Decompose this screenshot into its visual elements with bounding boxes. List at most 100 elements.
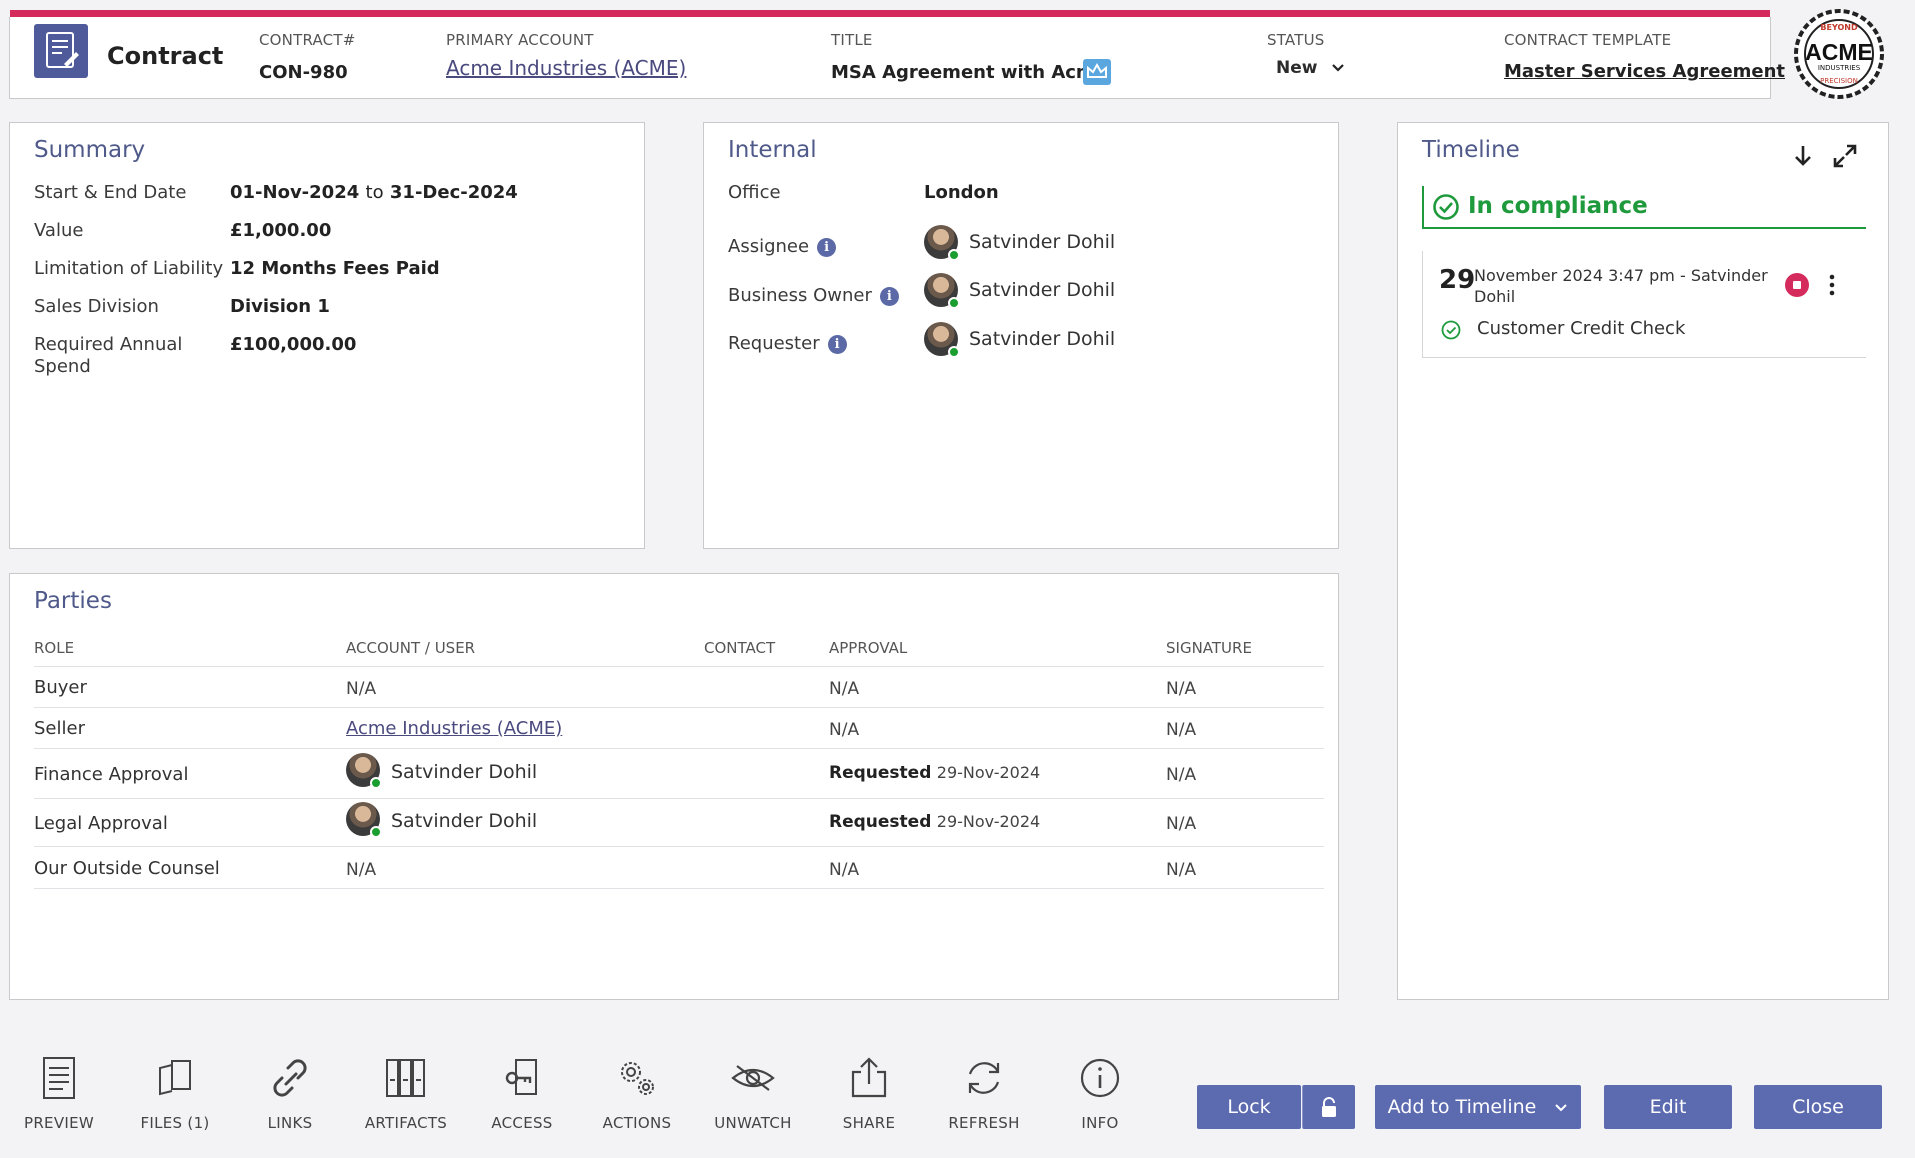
online-status-dot <box>948 297 960 309</box>
office-value: London <box>924 182 999 203</box>
summary-value-division: Division 1 <box>230 296 330 317</box>
toolbar-label: ACCESS <box>491 1114 553 1132</box>
arrow-down-icon[interactable] <box>1792 143 1814 169</box>
party-account-user[interactable]: Satvinder Dohil <box>391 810 537 832</box>
party-account-user[interactable]: Satvinder Dohil <box>391 761 537 783</box>
toolbar-actions[interactable]: ACTIONS <box>592 1054 682 1132</box>
summary-value-value: £1,000.00 <box>230 220 332 241</box>
party-signature: N/A <box>1166 720 1197 740</box>
contract-entity-icon <box>34 24 88 78</box>
timeline-entry: 29 November 2024 3:47 pm - Satvinder Doh… <box>1422 251 1866 358</box>
contract-template-link[interactable]: Master Services Agreement <box>1504 61 1785 82</box>
timeline-title: Timeline <box>1422 137 1520 163</box>
timeline-entry-item: Customer Credit Check <box>1477 318 1686 339</box>
summary-label-liability: Limitation of Liability <box>34 258 224 279</box>
online-status-dot <box>948 346 960 358</box>
lock-button[interactable]: Lock <box>1197 1085 1301 1129</box>
check-circle-icon <box>1433 194 1459 220</box>
eye-slash-icon <box>731 1065 775 1091</box>
edit-button-label: Edit <box>1649 1096 1687 1118</box>
info-icon <box>1080 1058 1120 1098</box>
party-role: Seller <box>34 718 85 739</box>
summary-title: Summary <box>34 137 146 163</box>
summary-label-value: Value <box>34 220 84 241</box>
online-status-dot <box>370 777 382 789</box>
party-approval: N/A <box>829 679 860 699</box>
primary-account-link[interactable]: Acme Industries (ACME) <box>446 56 686 80</box>
summary-label-dates: Start & End Date <box>34 182 187 203</box>
row-divider <box>34 888 1324 889</box>
status-dropdown[interactable]: New <box>1276 57 1345 78</box>
header-accent-bar <box>10 10 1770 17</box>
status-label: STATUS <box>1267 31 1325 49</box>
status-value: New <box>1276 58 1318 78</box>
timeline-entry-meta-line1: November 2024 3:47 pm - Satvinder <box>1474 266 1768 285</box>
internal-title: Internal <box>728 137 817 163</box>
party-role: Legal Approval <box>34 813 168 834</box>
gears-icon <box>621 1062 654 1095</box>
key-icon <box>505 1059 537 1095</box>
column-header-contact: CONTACT <box>704 639 776 657</box>
link-icon <box>273 1059 307 1097</box>
toolbar-share[interactable]: SHARE <box>824 1054 914 1132</box>
toolbar-refresh[interactable]: REFRESH <box>939 1054 1029 1132</box>
toolbar-files[interactable]: FILES (1) <box>130 1054 220 1132</box>
primary-account-label: PRIMARY ACCOUNT <box>446 31 594 49</box>
logo-text: ACME <box>1805 39 1873 65</box>
toolbar-access[interactable]: ACCESS <box>477 1054 567 1132</box>
requester-label: Requester i <box>728 333 847 354</box>
logo-arc-top: BEYOND <box>1820 23 1858 32</box>
row-divider <box>34 748 1324 749</box>
check-circle-icon <box>1441 320 1461 340</box>
assignee-label: Assignee i <box>728 236 837 257</box>
requester-name[interactable]: Satvinder Dohil <box>969 328 1115 350</box>
party-signature: N/A <box>1166 860 1197 880</box>
toolbar-label: REFRESH <box>948 1114 1020 1132</box>
avatar <box>346 753 382 789</box>
toolbar-unwatch[interactable]: UNWATCH <box>708 1054 798 1132</box>
share-icon <box>851 1057 887 1098</box>
toolbar-info[interactable]: INFO <box>1055 1054 1145 1132</box>
close-button[interactable]: Close <box>1754 1085 1882 1129</box>
files-icon <box>159 1060 191 1096</box>
parties-panel: Parties ROLE ACCOUNT / USER CONTACT APPR… <box>9 573 1339 1000</box>
toolbar-label: SHARE <box>842 1114 896 1132</box>
party-signature: N/A <box>1166 679 1197 699</box>
contract-number-label: CONTRACT# <box>259 31 356 49</box>
column-header-role: ROLE <box>34 639 75 657</box>
toolbar-label: INFO <box>1081 1114 1119 1132</box>
toolbar-preview[interactable]: PREVIEW <box>14 1054 104 1132</box>
expand-icon[interactable] <box>1832 143 1858 169</box>
info-icon[interactable]: i <box>817 237 837 257</box>
crown-icon[interactable] <box>1083 59 1111 85</box>
stop-icon[interactable] <box>1785 273 1809 297</box>
padlock-icon <box>1322 1096 1336 1117</box>
toolbar-label: UNWATCH <box>714 1114 792 1132</box>
toolbar-links[interactable]: LINKS <box>245 1054 335 1132</box>
edit-button[interactable]: Edit <box>1604 1085 1732 1129</box>
party-role: Finance Approval <box>34 764 189 785</box>
unlock-icon-button[interactable] <box>1302 1085 1355 1129</box>
info-icon[interactable]: i <box>879 286 899 306</box>
row-divider <box>34 798 1324 799</box>
add-to-timeline-button[interactable]: Add to Timeline <box>1375 1085 1581 1129</box>
party-account-link[interactable]: Acme Industries (ACME) <box>346 718 562 739</box>
party-approval: Requested 29-Nov-2024 <box>829 812 1041 832</box>
summary-panel: Summary Start & End Date 01-Nov-2024 to … <box>9 122 645 549</box>
binders-icon <box>386 1059 425 1097</box>
toolbar-artifacts[interactable]: ARTIFACTS <box>361 1054 451 1132</box>
timeline-entry-day: 29 <box>1439 265 1476 295</box>
more-options-icon[interactable] <box>1827 273 1837 297</box>
party-account: N/A <box>346 860 377 880</box>
add-to-timeline-label: Add to Timeline <box>1387 1096 1537 1118</box>
business-owner-name[interactable]: Satvinder Dohil <box>969 279 1115 301</box>
assignee-name[interactable]: Satvinder Dohil <box>969 231 1115 253</box>
avatar <box>924 225 960 261</box>
column-header-signature: SIGNATURE <box>1166 639 1252 657</box>
timeline-panel: Timeline In compliance 29 November 2024 … <box>1397 122 1889 1000</box>
info-icon[interactable]: i <box>827 334 847 354</box>
column-header-account: ACCOUNT / USER <box>346 639 476 657</box>
party-account: N/A <box>346 679 377 699</box>
chevron-down-icon <box>1332 64 1344 72</box>
toolbar-label: LINKS <box>267 1114 313 1132</box>
